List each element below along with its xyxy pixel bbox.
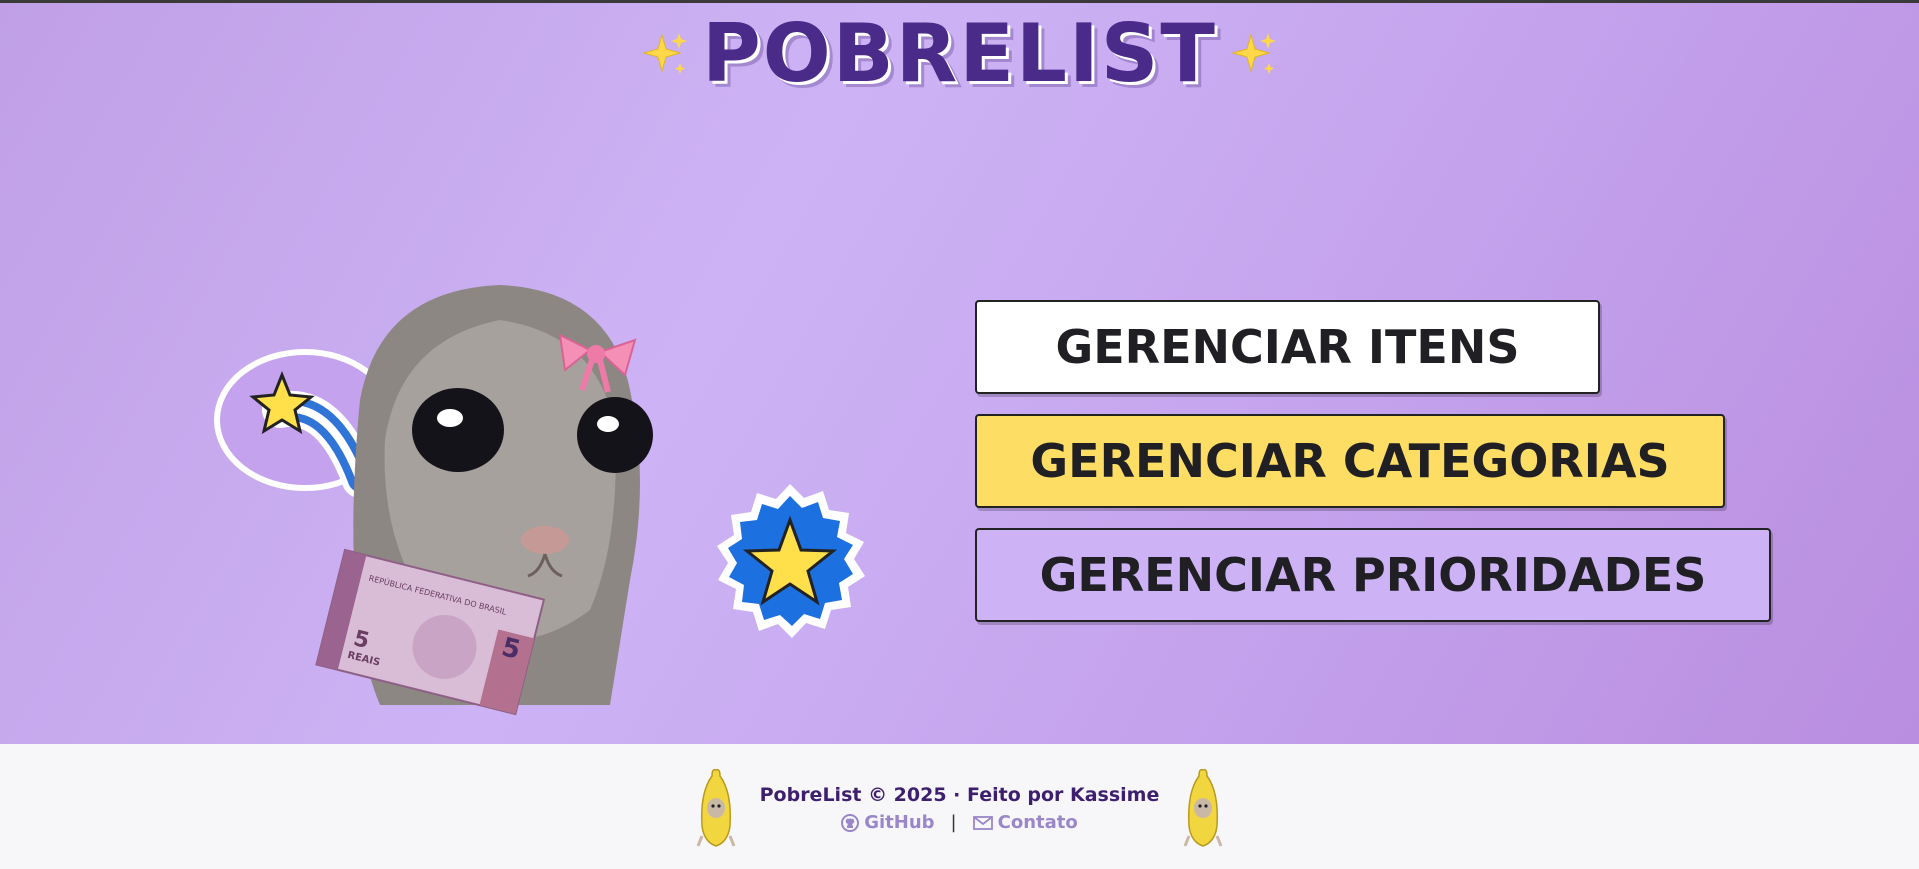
hamster-illustration: REPÚBLICA FEDERATIVA DO BRASIL 5 REAIS 5	[214, 285, 865, 716]
page-header: POBRELIST	[0, 8, 1919, 100]
footer: PobreList © 2025 · Feito por Kassime Git…	[0, 744, 1919, 869]
contact-label: Contato	[997, 812, 1078, 833]
footer-separator: |	[950, 812, 957, 833]
envelope-icon	[972, 815, 993, 830]
hero-section: POBRELIST REPÚBLICA FEDERATIVA DO BRASIL…	[0, 0, 1919, 744]
github-link[interactable]: GitHub	[841, 812, 935, 833]
banana-cat-icon	[696, 768, 736, 847]
github-icon	[841, 813, 860, 832]
github-label: GitHub	[864, 812, 935, 833]
contact-link[interactable]: Contato	[972, 812, 1078, 833]
footer-copyright: PobreList © 2025 · Feito por Kassime	[759, 784, 1160, 806]
star-badge-sticker	[717, 484, 865, 638]
sparkles-icon	[642, 33, 688, 74]
manage-categories-button[interactable]: GERENCIAR CATEGORIAS	[975, 414, 1725, 508]
page-title: POBRELIST	[702, 7, 1217, 100]
banana-cat-icon	[1183, 768, 1223, 847]
top-border	[0, 0, 1919, 3]
manage-priorities-button[interactable]: GERENCIAR PRIORIDADES	[975, 528, 1771, 622]
sparkles-icon	[1231, 33, 1276, 74]
manage-items-button[interactable]: GERENCIAR ITENS	[975, 300, 1600, 394]
